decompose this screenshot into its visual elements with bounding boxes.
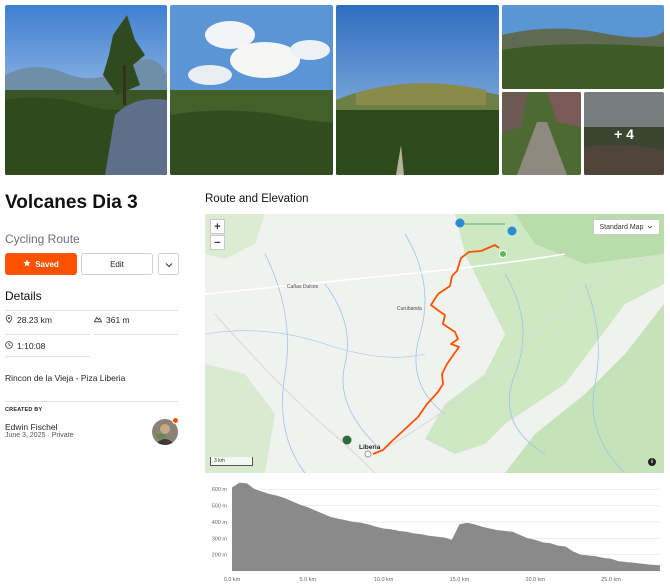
details-heading: Details [5, 289, 42, 303]
elevation-x-tick-label: 25.0 km [601, 577, 621, 583]
elevation-icon [93, 315, 103, 325]
more-options-button[interactable] [158, 253, 179, 275]
edit-button-label: Edit [110, 259, 124, 269]
route-photo-5[interactable] [502, 92, 581, 175]
route-photo-6[interactable]: + 4 [584, 92, 664, 175]
elevation-value: 361 m [106, 315, 130, 325]
chevron-down-icon [647, 224, 653, 231]
elevation-area [232, 482, 660, 571]
saved-button-label: Saved [35, 259, 59, 269]
zoom-out-button[interactable]: − [210, 235, 225, 250]
elevation-x-tick-label: 0.0 km [224, 577, 241, 583]
elevation-x-tick-label: 20.0 km [525, 577, 545, 583]
author-name[interactable]: Edwin Fischel [5, 422, 57, 432]
distance-value: 28.23 km [17, 315, 52, 325]
elevation-x-tick-label: 15.0 km [450, 577, 470, 583]
map-canvas [205, 214, 664, 473]
created-by-label: CREATED BY [5, 407, 43, 413]
details-divider [5, 310, 178, 311]
route-meta: June 3, 2025 · Private [5, 432, 74, 439]
stat-divider-2 [94, 334, 178, 335]
route-photo-4[interactable] [502, 5, 664, 89]
stat-divider-3 [5, 356, 90, 357]
stat-divider-1 [5, 334, 90, 335]
route-title: Volcanes Dia 3 [5, 192, 138, 213]
elevation-chart-canvas: 600 m 500 m 400 m 300 m 200 m 0.0 km 5.0 km 10.… [212, 482, 660, 583]
star-icon [23, 259, 31, 269]
zoom-in-button[interactable]: + [210, 219, 225, 234]
map-type-select[interactable]: Standard Map [593, 219, 660, 235]
subscriber-badge-icon [172, 417, 179, 424]
description-divider [5, 401, 178, 402]
more-photos-count: + 4 [584, 92, 664, 175]
route-map[interactable]: + − Standard Map Cañas Dulces Curubanda … [205, 214, 664, 473]
distance-stat: 28.23 km [5, 314, 52, 325]
place-label-liberia: Liberia [359, 444, 381, 451]
map-scale-bar: 3 km [210, 457, 253, 466]
route-visibility: Private [51, 432, 74, 439]
map-type-label: Standard Map [599, 223, 644, 231]
duration-value: 1:10:08 [17, 341, 46, 351]
map-info-button[interactable]: i [648, 458, 656, 466]
route-description: Rincon de la Vieja - Piza Liberia [5, 373, 126, 383]
elevation-x-tick-label: 10.0 km [374, 577, 394, 583]
route-photo-3[interactable] [336, 5, 499, 175]
route-photo-2[interactable] [170, 5, 333, 175]
elevation-stat: 361 m [93, 315, 130, 325]
route-photo-1[interactable] [5, 5, 167, 175]
elevation-y-tick-label: 300 m [212, 536, 228, 542]
route-date: June 3, 2025 [5, 432, 46, 439]
elevation-y-tick-label: 600 m [212, 487, 228, 493]
clock-icon [5, 341, 13, 351]
place-label-curubanda: Curubanda [397, 306, 422, 312]
elevation-chart[interactable]: 600 m 500 m 400 m 300 m 200 m 0.0 km 5.0 km 10.… [205, 477, 664, 584]
route-elevation-heading: Route and Elevation [205, 193, 309, 205]
elevation-y-tick-label: 500 m [212, 504, 228, 510]
elevation-x-tick-label: 5.0 km [300, 577, 317, 583]
route-type: Cycling Route [5, 232, 80, 246]
saved-button[interactable]: Saved [5, 253, 77, 275]
place-label-canas-dulces: Cañas Dulces [287, 284, 319, 290]
edit-button[interactable]: Edit [81, 253, 153, 275]
elevation-y-tick-label: 200 m [212, 553, 228, 559]
location-pin-icon [5, 314, 13, 325]
duration-stat: 1:10:08 [5, 341, 45, 351]
elevation-y-tick-label: 400 m [212, 520, 228, 526]
chevron-down-icon [165, 255, 173, 273]
